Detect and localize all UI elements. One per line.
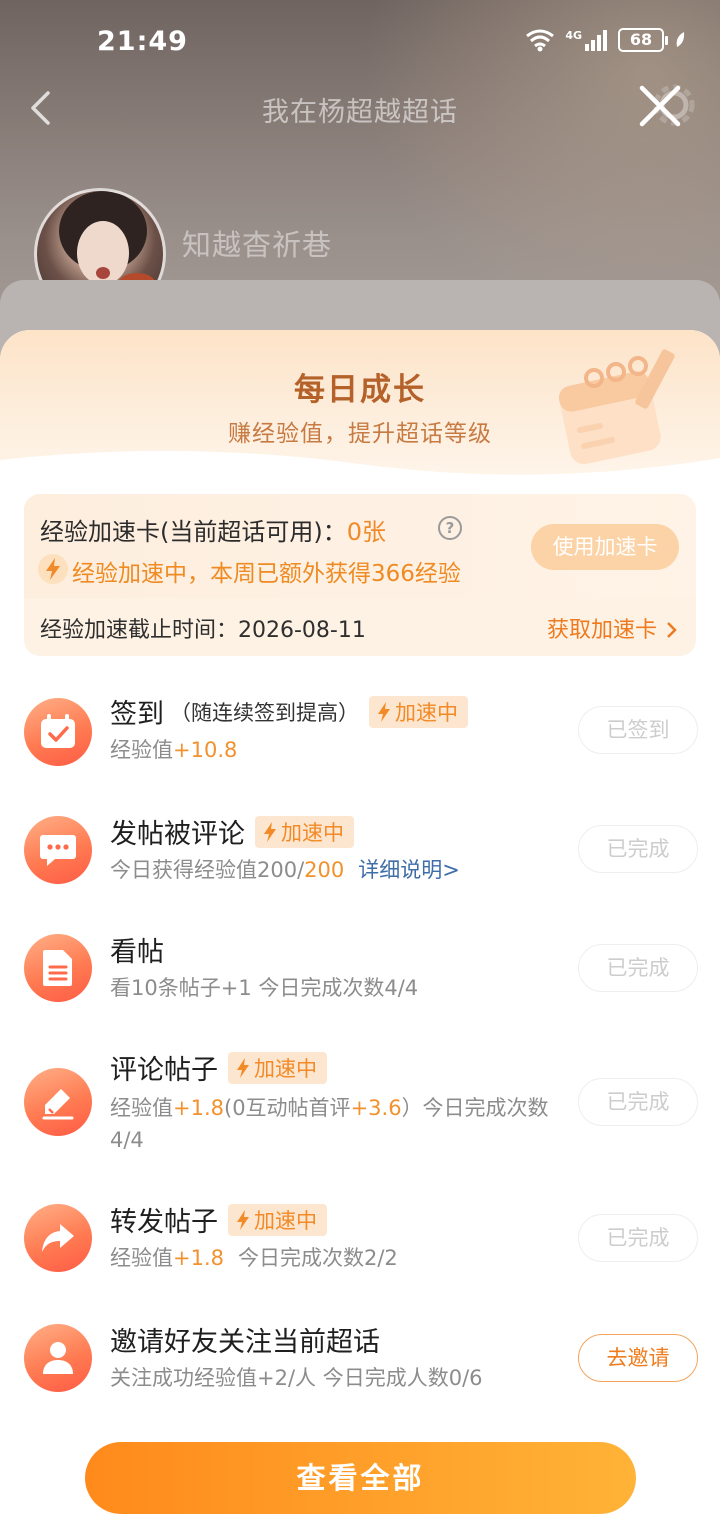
task-title-text: 评论帖子 bbox=[110, 1055, 218, 1086]
chat-bubble-icon bbox=[24, 816, 92, 884]
boost-card: 经验加速卡(当前超话可用)：0张 ? 经验加速中，本周已额外获得366经验 使用… bbox=[24, 494, 696, 656]
leaf-icon bbox=[676, 32, 685, 47]
status-time: 21:49 bbox=[97, 26, 188, 57]
sheet-title: 每日成长 bbox=[294, 372, 426, 408]
boosting-tag-label: 加速中 bbox=[254, 1056, 317, 1081]
task-title: 评论帖子 加速中 bbox=[110, 1048, 327, 1087]
boost-deadline: 经验加速截止时间：2026-08-11 bbox=[40, 618, 366, 643]
task-sub-value: 200 bbox=[304, 858, 345, 882]
boosting-tag: 加速中 bbox=[369, 695, 468, 728]
task-sub-a: 经验值 bbox=[110, 1096, 173, 1120]
sheet-subtitle: 赚经验值，提升超话等级 bbox=[228, 421, 492, 447]
task-sub-d: +3.6 bbox=[350, 1096, 402, 1120]
boosting-tag-label: 加速中 bbox=[281, 820, 344, 845]
task-subtitle: 今日获得经验值200/200 详细说明> bbox=[110, 854, 460, 886]
task-sub-value: +1.8 bbox=[173, 1246, 224, 1270]
bolt-icon bbox=[378, 701, 390, 722]
completed-button[interactable]: 已完成 bbox=[578, 1214, 698, 1262]
daily-growth-sheet: 每日成长 赚经验值，提升超话等级 经验加速卡(当前超话可用)：0张 ? 经验加速… bbox=[0, 330, 720, 1540]
signal-icon bbox=[585, 30, 607, 51]
bolt-icon bbox=[237, 1057, 249, 1078]
bolt-icon bbox=[237, 1209, 249, 1230]
task-subtitle: 看10条帖子+1 今日完成次数4/4 bbox=[110, 976, 419, 1000]
pencil-icon bbox=[24, 1068, 92, 1136]
get-boost-card-label: 获取加速卡 bbox=[546, 618, 657, 643]
detail-link[interactable]: 详细说明> bbox=[358, 858, 460, 882]
chevron-right-icon bbox=[667, 622, 677, 638]
document-icon bbox=[24, 934, 92, 1002]
task-sub-c: (0互动帖首评 bbox=[224, 1096, 351, 1120]
checked-in-button[interactable]: 已签到 bbox=[578, 706, 698, 754]
close-button[interactable] bbox=[630, 80, 696, 136]
boosting-tag: 加速中 bbox=[255, 815, 354, 848]
task-sub-b: +1.8 bbox=[173, 1096, 224, 1120]
boosting-tag-label: 加速中 bbox=[395, 700, 458, 725]
profile-name: 知越杳祈巷 bbox=[182, 228, 333, 262]
task-sub-prefix: 今日获得经验值200/ bbox=[110, 858, 305, 882]
boost-card-title: 经验加速卡(当前超话可用)：0张 bbox=[40, 512, 386, 547]
calendar-check-icon bbox=[24, 698, 92, 766]
completed-button[interactable]: 已完成 bbox=[578, 1078, 698, 1126]
task-sub-value: +10.8 bbox=[173, 738, 238, 762]
bolt-icon bbox=[38, 554, 68, 584]
boost-card-count: 0张 bbox=[346, 518, 387, 546]
boosting-tag-label: 加速中 bbox=[254, 1208, 317, 1233]
completed-button[interactable]: 已完成 bbox=[578, 825, 698, 873]
person-icon bbox=[24, 1324, 92, 1392]
task-subtitle: 经验值+10.8 bbox=[110, 734, 237, 766]
boost-status: 经验加速中，本周已额外获得366经验 bbox=[72, 561, 461, 587]
completed-button[interactable]: 已完成 bbox=[578, 944, 698, 992]
boosting-tag: 加速中 bbox=[228, 1203, 327, 1236]
task-title-text: 签到 bbox=[110, 699, 164, 730]
task-subtitle: 经验值+1.8 今日完成次数2/2 bbox=[110, 1242, 398, 1274]
task-title: 发帖被评论 加速中 bbox=[110, 812, 354, 851]
bolt-icon bbox=[264, 821, 276, 842]
network-type: 4G bbox=[565, 28, 582, 42]
task-title: 签到 （随连续签到提高） 加速中 bbox=[110, 692, 468, 731]
task-subtitle: 经验值+1.8(0互动帖首评+3.6）今日完成次数 4/4 bbox=[110, 1092, 570, 1156]
boost-card-label: 经验加速卡(当前超话可用)： bbox=[40, 518, 347, 546]
task-title: 邀请好友关注当前超话 bbox=[110, 1320, 380, 1359]
share-arrow-icon bbox=[24, 1204, 92, 1272]
task-sub-suffix: 今日完成次数2/2 bbox=[238, 1246, 398, 1270]
task-title-text: 发帖被评论 bbox=[110, 819, 245, 850]
close-icon bbox=[639, 85, 681, 127]
task-title: 看帖 bbox=[110, 930, 164, 969]
boosting-tag: 加速中 bbox=[228, 1051, 327, 1084]
task-title-text: 邀请好友关注当前超话 bbox=[110, 1327, 380, 1358]
nav-title: 我在杨超越超话 bbox=[262, 97, 458, 128]
battery-indicator: 68 bbox=[618, 28, 668, 52]
use-boost-card-button[interactable]: 使用加速卡 bbox=[531, 524, 679, 570]
task-sub-e: ）今日完成次数 bbox=[401, 1096, 549, 1120]
get-boost-card-link[interactable]: 获取加速卡 bbox=[547, 612, 678, 644]
task-sub-prefix: 经验值 bbox=[110, 1246, 173, 1270]
task-subtitle: 关注成功经验值+2/人 今日完成人数0/6 bbox=[110, 1366, 483, 1390]
wifi-icon bbox=[526, 29, 555, 52]
task-sub-f: 4/4 bbox=[110, 1128, 144, 1152]
help-icon[interactable]: ? bbox=[438, 516, 462, 540]
task-title-text: 看帖 bbox=[110, 937, 164, 968]
task-note: （随连续签到提高） bbox=[170, 700, 359, 725]
nav-bar: 我在杨超越超话 bbox=[0, 80, 720, 136]
status-icons: 4G 68 bbox=[525, 28, 686, 52]
task-title: 转发帖子 加速中 bbox=[110, 1200, 327, 1239]
task-title-text: 转发帖子 bbox=[110, 1207, 218, 1238]
status-bar: 21:49 4G 68 bbox=[0, 0, 720, 84]
task-sub-prefix: 经验值 bbox=[110, 738, 173, 762]
invite-button[interactable]: 去邀请 bbox=[578, 1334, 698, 1382]
view-all-button[interactable]: 查看全部 bbox=[85, 1442, 636, 1514]
